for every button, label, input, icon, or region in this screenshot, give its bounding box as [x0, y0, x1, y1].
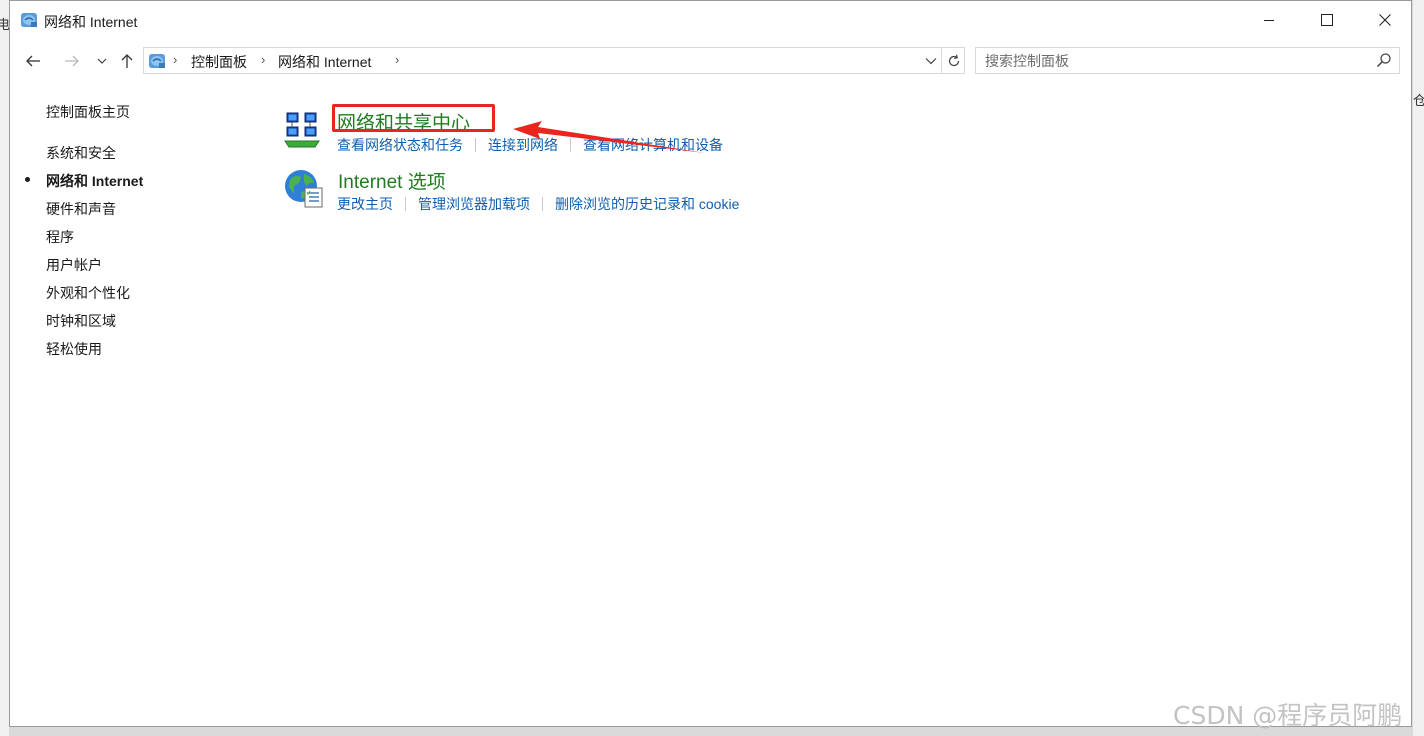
recent-locations-button[interactable]	[89, 48, 115, 74]
annotation-highlight-box	[332, 104, 495, 132]
arrow-up-icon	[121, 54, 133, 68]
task-link-view-network-computers[interactable]: 查看网络计算机和设备	[583, 135, 723, 155]
breadcrumb-network-internet[interactable]: 网络和 Internet	[278, 52, 371, 72]
search-icon[interactable]	[1376, 52, 1392, 73]
sidebar-item-ease-of-access[interactable]: 轻松使用	[46, 339, 102, 359]
close-icon	[1379, 14, 1391, 26]
task-link-manage-addons[interactable]: 管理浏览器加载项	[418, 194, 530, 214]
internet-options-globe-icon[interactable]	[283, 168, 325, 215]
task-link-view-network-status[interactable]: 查看网络状态和任务	[337, 135, 463, 155]
chevron-right-icon[interactable]: ›	[395, 52, 399, 67]
search-input[interactable]	[976, 48, 1375, 73]
arrow-right-icon	[65, 55, 79, 67]
background-window-left: 电	[0, 0, 10, 736]
task-divider	[542, 197, 543, 211]
sidebar-item-hardware-sound[interactable]: 硬件和声音	[46, 199, 116, 219]
address-history-dropdown[interactable]	[921, 48, 941, 73]
title-bar[interactable]: 网络和 Internet	[10, 1, 1411, 39]
task-divider	[570, 138, 571, 152]
sidebar-item-programs[interactable]: 程序	[46, 227, 74, 247]
task-row-network-sharing: 查看网络状态和任务 连接到网络 查看网络计算机和设备	[337, 135, 723, 155]
task-link-connect-to-network[interactable]: 连接到网络	[488, 135, 558, 155]
task-row-internet-options: 更改主页 管理浏览器加载项 删除浏览的历史记录和 cookie	[337, 194, 739, 214]
back-button[interactable]	[20, 48, 46, 74]
address-bar[interactable]: › 控制面板 › 网络和 Internet ›	[143, 47, 965, 74]
refresh-icon	[948, 54, 960, 66]
network-sharing-center-icon[interactable]	[283, 109, 323, 156]
minimize-button[interactable]	[1240, 1, 1298, 39]
sidebar-item-system-security[interactable]: 系统和安全	[46, 143, 116, 163]
task-link-delete-history[interactable]: 删除浏览的历史记录和 cookie	[555, 194, 739, 214]
network-folder-icon	[19, 10, 39, 30]
search-box[interactable]	[975, 47, 1400, 74]
minimize-icon	[1264, 20, 1274, 21]
control-panel-window: 网络和 Internet › 控制面板 › 网络和 Internet › 搜索控…	[9, 0, 1412, 727]
category-title-internet-options[interactable]: Internet 选项	[338, 167, 446, 194]
watermark: CSDN @程序员阿鹏	[1173, 701, 1403, 730]
control-panel-icon	[147, 51, 167, 71]
chevron-down-icon	[97, 58, 107, 64]
task-divider	[475, 138, 476, 152]
sidebar-item-appearance[interactable]: 外观和个性化	[46, 283, 130, 303]
sidebar-item-control-panel-home[interactable]: 控制面板主页	[46, 102, 130, 122]
maximize-icon	[1321, 14, 1333, 26]
close-button[interactable]	[1356, 1, 1414, 39]
up-button[interactable]	[114, 48, 140, 74]
sidebar-item-clock-region[interactable]: 时钟和区域	[46, 311, 116, 331]
chevron-right-icon[interactable]: ›	[173, 52, 177, 67]
task-divider	[405, 197, 406, 211]
sidebar-item-network-internet[interactable]: 网络和 Internet	[46, 171, 143, 191]
background-text-fragment: 仓	[1412, 93, 1424, 108]
task-link-change-homepage[interactable]: 更改主页	[337, 194, 393, 214]
current-item-bullet	[25, 177, 30, 182]
chevron-down-icon	[925, 57, 937, 64]
background-window-right: 仓	[1413, 0, 1424, 736]
forward-button[interactable]	[59, 48, 85, 74]
window-title: 网络和 Internet	[44, 14, 138, 30]
chevron-right-icon[interactable]: ›	[261, 52, 265, 67]
arrow-left-icon	[26, 55, 40, 67]
maximize-button[interactable]	[1298, 1, 1356, 39]
sidebar-item-user-accounts[interactable]: 用户帐户	[46, 255, 102, 275]
refresh-button[interactable]	[941, 48, 966, 73]
breadcrumb-control-panel[interactable]: 控制面板	[191, 52, 247, 72]
